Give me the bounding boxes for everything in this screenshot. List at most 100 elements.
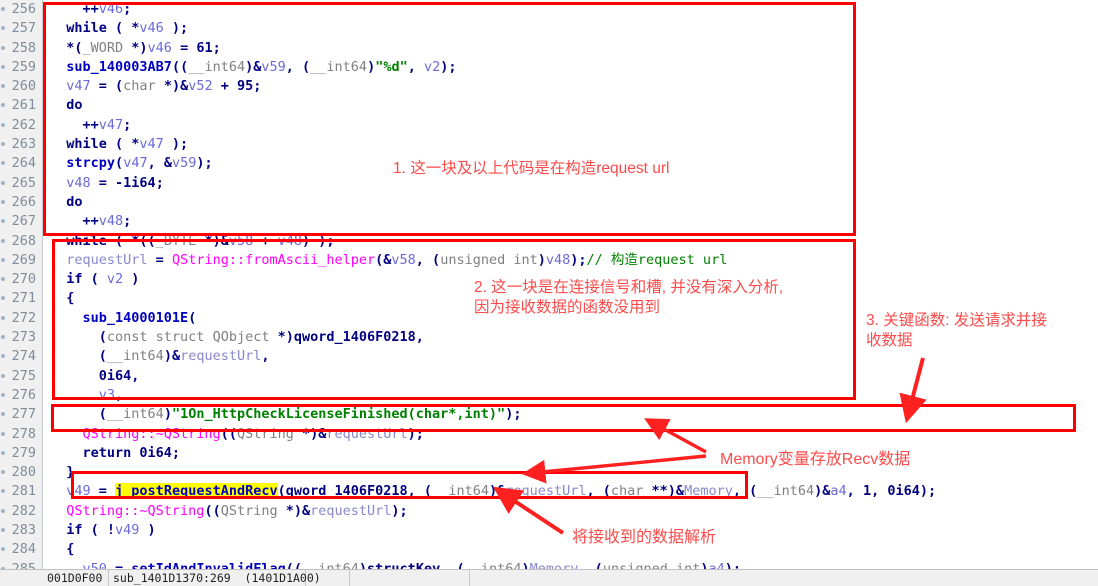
code-token[interactable]: __int64: [310, 59, 367, 75]
code-token[interactable]: const struct QObject: [107, 329, 270, 345]
code-line[interactable]: 278 QString::~QString((QString *)&reques…: [0, 425, 1098, 444]
code-token[interactable]: v47: [66, 78, 90, 94]
code-token[interactable]: ((: [172, 59, 188, 75]
code-token[interactable]: [50, 310, 83, 326]
code-token[interactable]: QString: [221, 503, 278, 519]
code-line[interactable]: 284 {: [0, 540, 1098, 559]
code-token[interactable]: do: [50, 194, 82, 210]
code-token[interactable]: v2: [107, 271, 123, 287]
code-token[interactable]: 61: [196, 40, 212, 56]
code-line[interactable]: 282 QString::~QString((QString *)&reques…: [0, 502, 1098, 521]
code-token[interactable]: v48: [278, 233, 302, 249]
line-code[interactable]: requestUrl = QString::fromAscii_helper(&…: [50, 251, 727, 270]
code-token[interactable]: do: [50, 97, 82, 113]
code-token[interactable]: 0i64: [139, 445, 172, 461]
code-line[interactable]: 256 ++v46;: [0, 0, 1098, 19]
line-code[interactable]: while ( *v46 );: [50, 19, 188, 38]
code-token[interactable]: v2: [424, 59, 440, 75]
line-code[interactable]: v49 = j_postRequestAndRecv(qword_1406F02…: [50, 482, 936, 501]
code-token[interactable]: char: [611, 483, 644, 499]
code-token[interactable]: [50, 483, 66, 499]
code-line[interactable]: 283 if ( !v49 ): [0, 521, 1098, 540]
code-line[interactable]: 260 v47 = (char *)&v52 + 95;: [0, 77, 1098, 96]
line-code[interactable]: QString::~QString((QString *)&requestUrl…: [50, 502, 407, 521]
code-token[interactable]: );: [440, 59, 456, 75]
code-token[interactable]: [50, 59, 66, 75]
code-token[interactable]: [50, 368, 99, 384]
code-token[interactable]: );: [164, 20, 188, 36]
code-token[interactable]: ;: [213, 40, 221, 56]
line-code[interactable]: {: [50, 289, 74, 308]
code-token[interactable]: strcpy: [66, 155, 115, 171]
code-token[interactable]: ;: [123, 1, 131, 17]
code-token[interactable]: v47: [99, 117, 123, 133]
line-code[interactable]: v3,: [50, 386, 123, 405]
code-token[interactable]: = (: [91, 78, 123, 94]
code-token[interactable]: v3: [99, 387, 115, 403]
code-token[interactable]: =: [172, 40, 196, 56]
code-token[interactable]: ++: [83, 1, 99, 17]
code-token[interactable]: *): [269, 329, 294, 345]
line-code[interactable]: do: [50, 96, 82, 115]
code-token[interactable]: v49: [115, 522, 139, 538]
code-token[interactable]: *): [123, 40, 147, 56]
code-line[interactable]: 268 while ( *((_BYTE *)&v58 + v48) );: [0, 232, 1098, 251]
code-token[interactable]: (: [188, 310, 196, 326]
code-token[interactable]: v47: [123, 155, 147, 171]
code-line[interactable]: 273 (const struct QObject *)qword_1406F0…: [0, 328, 1098, 347]
code-line-list[interactable]: 256 ++v46; 257 while ( *v46 ); 258 *(_WORD…: [0, 0, 1098, 586]
line-code[interactable]: sub_140003AB7((__int64)&v59, (__int64)"%…: [50, 58, 456, 77]
code-token[interactable]: , &: [148, 155, 172, 171]
code-token[interactable]: 1: [863, 483, 871, 499]
code-token[interactable]: , (: [408, 483, 432, 499]
code-token[interactable]: ): [139, 522, 156, 538]
code-token[interactable]: ++: [83, 213, 99, 229]
code-token[interactable]: requestUrl: [310, 503, 391, 519]
code-token[interactable]: _WORD: [83, 40, 124, 56]
line-code[interactable]: while ( *((_BYTE *)&v58 + v48) );: [50, 232, 334, 251]
code-token[interactable]: ;: [123, 117, 131, 133]
code-token[interactable]: "%d": [375, 59, 408, 75]
code-token[interactable]: unsigned int: [440, 252, 538, 268]
code-line[interactable]: 272 sub_14000101E(: [0, 309, 1098, 328]
code-token[interactable]: __int64: [432, 483, 489, 499]
code-token[interactable]: );: [505, 406, 521, 422]
code-token[interactable]: }: [50, 464, 74, 480]
code-token[interactable]: v52: [188, 78, 212, 94]
pseudocode-pane[interactable]: 256 ++v46; 257 while ( *v46 ); 258 *(_WORD…: [0, 0, 1098, 586]
code-token[interactable]: return: [50, 445, 139, 461]
code-token[interactable]: (: [50, 406, 107, 422]
code-token[interactable]: ,: [131, 368, 139, 384]
line-code[interactable]: ++v48;: [50, 212, 132, 231]
code-token[interactable]: ,: [847, 483, 863, 499]
code-token[interactable]: +: [253, 233, 277, 249]
line-code[interactable]: while ( *v47 );: [50, 135, 188, 154]
code-line[interactable]: 267 ++v48;: [0, 212, 1098, 231]
code-token[interactable]: __int64: [757, 483, 814, 499]
code-token[interactable]: requestUrl: [505, 483, 586, 499]
code-token[interactable]: , (: [286, 59, 310, 75]
code-token[interactable]: )&: [814, 483, 830, 499]
code-line[interactable]: 261 do: [0, 96, 1098, 115]
code-line[interactable]: 271 {: [0, 289, 1098, 308]
code-token[interactable]: ,: [416, 329, 424, 345]
code-token[interactable]: ): [367, 59, 375, 75]
code-token[interactable]: while ( *: [50, 20, 139, 36]
code-token[interactable]: [50, 117, 83, 133]
code-token[interactable]: [50, 503, 66, 519]
code-token[interactable]: );: [408, 426, 424, 442]
code-line[interactable]: 280 }: [0, 463, 1098, 482]
code-token[interactable]: ;: [172, 445, 180, 461]
code-token[interactable]: __int64: [107, 348, 164, 364]
code-token[interactable]: (: [115, 155, 123, 171]
code-token[interactable]: =: [91, 483, 115, 499]
code-token[interactable]: (&: [375, 252, 391, 268]
code-token[interactable]: sub_140003AB7: [66, 59, 172, 75]
code-token[interactable]: // 构造request url: [587, 252, 728, 268]
line-code[interactable]: }: [50, 463, 74, 482]
code-token[interactable]: ,: [261, 348, 269, 364]
code-token[interactable]: (: [50, 329, 107, 345]
code-token[interactable]: v47: [139, 136, 163, 152]
code-token[interactable]: );: [920, 483, 936, 499]
code-token[interactable]: [50, 78, 66, 94]
